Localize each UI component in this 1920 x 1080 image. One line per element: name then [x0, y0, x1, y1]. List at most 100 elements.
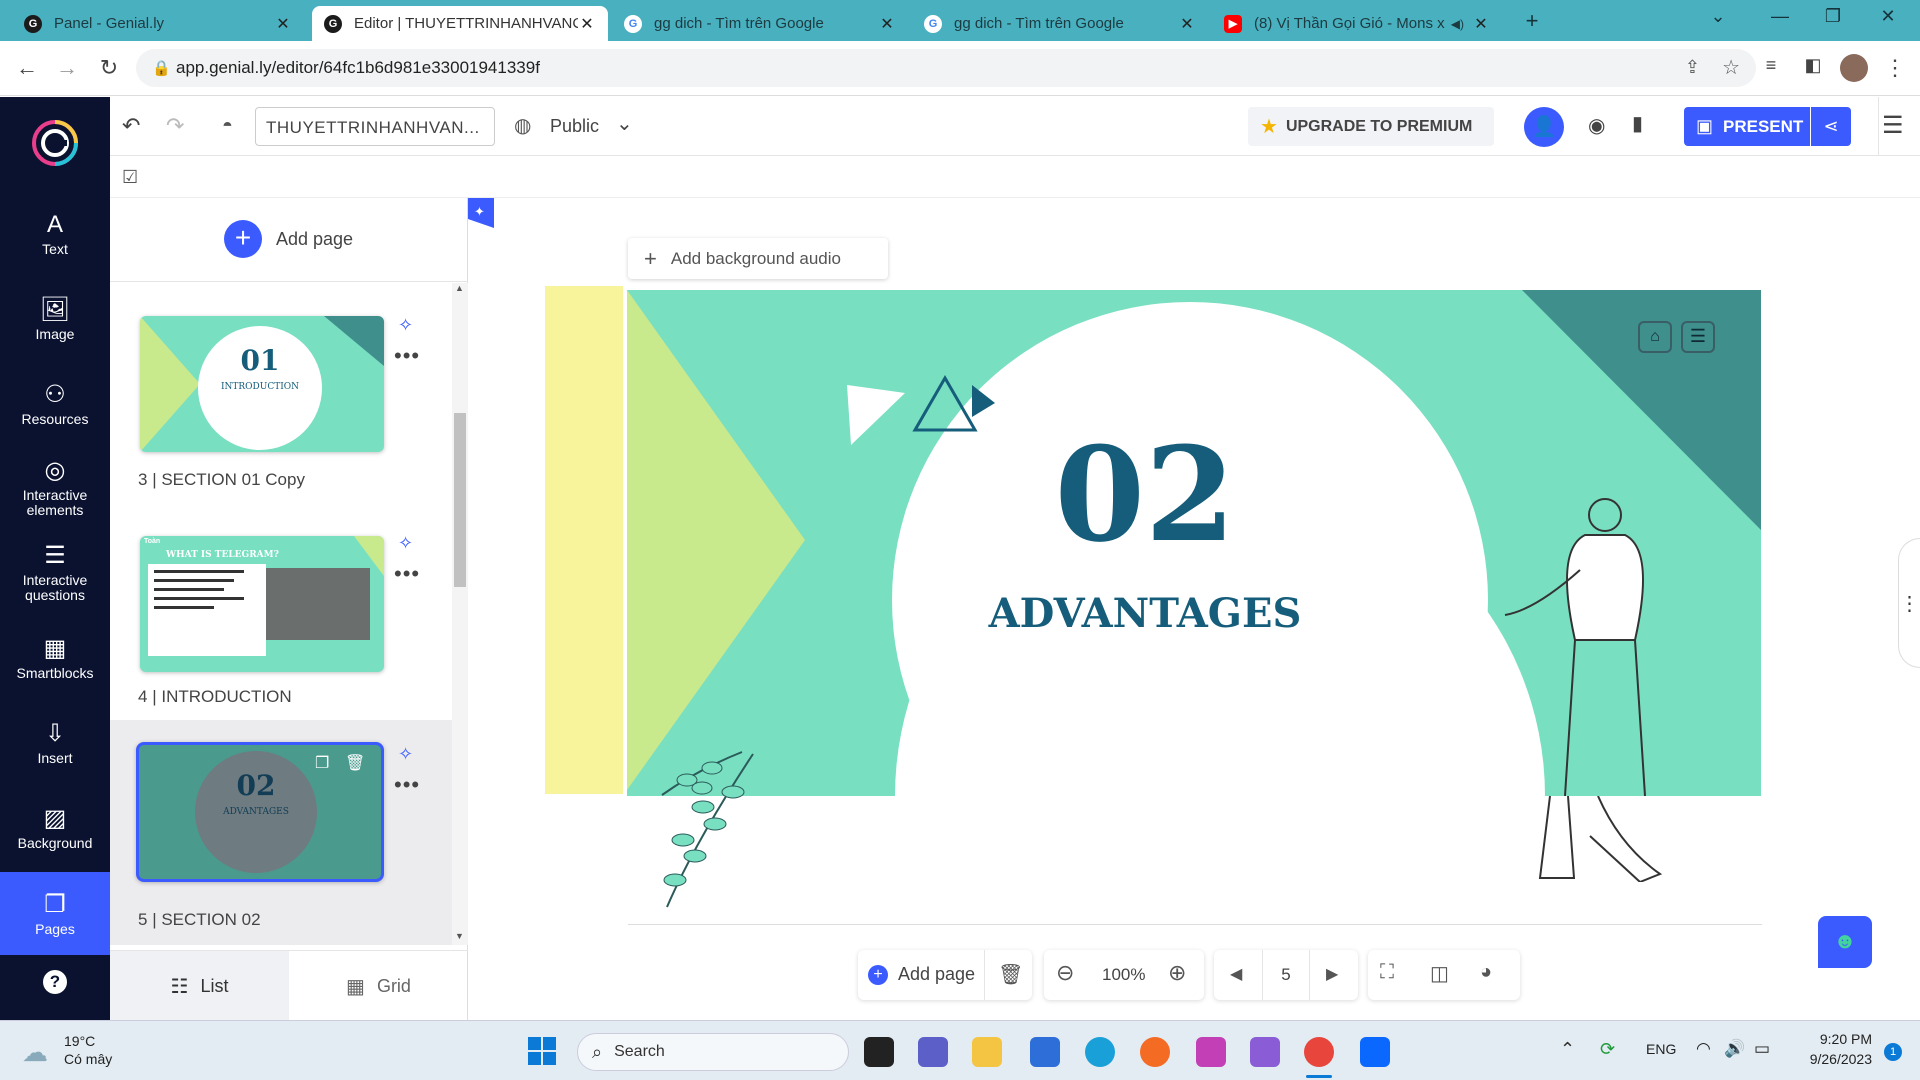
slide-canvas[interactable]: ⌂ ☰ 02 ADVANTAGES — [545, 290, 1761, 796]
language-indicator[interactable]: ENG — [1646, 1041, 1676, 1057]
checklist-icon[interactable]: ☑ — [122, 167, 138, 188]
chat-bot-icon[interactable]: ☻ — [1818, 916, 1872, 968]
side-panel-icon[interactable]: ◧ — [1798, 55, 1828, 76]
tab-editor[interactable]: G Editor | THUYETTRINHANHVANC ✕ — [312, 6, 608, 41]
magic-wand-icon[interactable]: ✧ — [398, 533, 413, 554]
home-icon[interactable]: ⌂ — [1638, 321, 1672, 353]
chrome-icon[interactable] — [1304, 1037, 1334, 1067]
tab-google-1[interactable]: G gg dich - Tìm trên Google ✕ — [612, 6, 908, 41]
windows-start-icon[interactable] — [528, 1037, 556, 1065]
add-collaborator-icon[interactable]: 👤 — [1524, 107, 1564, 147]
menu-icon[interactable]: ☰ — [1882, 111, 1904, 140]
trash-icon[interactable]: 🗑 — [345, 753, 365, 773]
browser-menu-icon[interactable]: ⋮ — [1880, 55, 1910, 81]
magic-wand-icon[interactable]: ✧ — [398, 315, 413, 336]
page-thumbnail[interactable]: 02 ADVANTAGES ❐ 🗑 — [136, 742, 384, 882]
sidebar-item-text[interactable]: A Text — [0, 193, 110, 273]
new-tab-button[interactable]: + — [1512, 8, 1552, 34]
grid-view-button[interactable]: ▦ Grid — [289, 951, 468, 1021]
volume-icon[interactable]: 🔊 — [1724, 1039, 1745, 1059]
playlist-icon[interactable]: ≡ — [1756, 55, 1786, 76]
firefox-icon[interactable] — [1140, 1037, 1170, 1067]
scroll-down-icon[interactable]: ▼ — [455, 931, 464, 941]
wifi-icon[interactable]: ◠ — [1696, 1039, 1711, 1059]
url-field[interactable]: 🔒 app.genial.ly/editor/64fc1b6d981e33001… — [136, 49, 1756, 87]
page-item[interactable]: Toàn WHAT IS TELEGRAM? ✧ ••• 4 | INTRODU… — [110, 501, 450, 706]
next-page-icon[interactable]: ▶ — [1326, 964, 1338, 984]
close-tab-icon[interactable]: ✕ — [274, 14, 292, 34]
close-tab-icon[interactable]: ✕ — [878, 14, 896, 34]
battery-icon[interactable]: ▭ — [1754, 1039, 1770, 1059]
clock-time[interactable]: 9:20 PM — [1792, 1031, 1872, 1047]
present-button[interactable]: ▣ PRESENT — [1684, 107, 1810, 146]
help-icon[interactable]: ? — [43, 970, 67, 994]
tab-search-icon[interactable]: ⌄ — [1698, 6, 1738, 27]
back-icon[interactable]: ← — [12, 55, 42, 81]
page-item-selected[interactable]: 02 ADVANTAGES ❐ 🗑 ✧ ••• 5 | SECTION 02 — [110, 720, 456, 945]
close-tab-icon[interactable]: ✕ — [1472, 14, 1490, 34]
sidebar-item-smartblocks[interactable]: ▦ Smartblocks — [0, 617, 110, 697]
fit-screen-icon[interactable]: ⛶ — [1380, 961, 1394, 984]
scrollbar[interactable]: ▲ ▼ — [452, 283, 468, 945]
side-handle-icon[interactable]: ⋮ — [1898, 538, 1920, 668]
zalo-icon[interactable] — [1360, 1037, 1390, 1067]
share-icon[interactable]: ⇪ — [1685, 57, 1700, 78]
weather-desc[interactable]: Có mây — [64, 1051, 112, 1067]
sidebar-item-resources[interactable]: ⚇ Resources — [0, 363, 110, 443]
close-tab-icon[interactable]: ✕ — [1178, 14, 1196, 34]
edge-icon[interactable] — [1085, 1037, 1115, 1067]
magic-wand-icon[interactable]: ✧ — [398, 744, 413, 765]
list-view-button[interactable]: ☷ List — [110, 951, 289, 1021]
store-icon[interactable] — [1030, 1037, 1060, 1067]
zoom-in-icon[interactable]: ⊕ — [1168, 960, 1186, 986]
sidebar-item-interactive-questions[interactable]: ☰ Interactive questions — [0, 532, 110, 612]
sidebar-item-insert[interactable]: ⇩ Insert — [0, 702, 110, 782]
share-icon[interactable]: ⋖ — [1811, 107, 1851, 146]
more-options-icon[interactable]: ••• — [394, 343, 420, 369]
scrollbar-thumb[interactable] — [454, 413, 466, 587]
previous-page-icon[interactable]: ◀ — [1230, 964, 1242, 984]
forward-icon[interactable]: → — [52, 55, 82, 81]
visual-studio-icon[interactable] — [1250, 1037, 1280, 1067]
close-window-icon[interactable]: ✕ — [1868, 6, 1908, 27]
sync-icon[interactable]: ⟳ — [1600, 1039, 1615, 1060]
page-thumbnail[interactable]: Toàn WHAT IS TELEGRAM? — [140, 536, 384, 672]
bottom-add-page-button[interactable]: + Add page — [868, 964, 975, 985]
genially-logo-icon[interactable] — [31, 119, 79, 167]
current-page[interactable]: 5 — [1264, 965, 1308, 985]
menu-icon[interactable]: ☰ — [1681, 321, 1715, 353]
close-tab-icon[interactable]: ✕ — [578, 14, 596, 34]
scroll-up-icon[interactable]: ▲ — [455, 283, 464, 293]
reload-icon[interactable]: ↻ — [94, 55, 124, 81]
add-page-button[interactable]: + Add page — [224, 220, 353, 258]
analytics-icon[interactable]: ▮ — [1632, 111, 1643, 136]
page-thumbnail[interactable]: 01 INTRODUCTION — [140, 316, 384, 452]
visibility-select[interactable]: Public — [550, 116, 599, 137]
undo-icon[interactable]: ↶ — [122, 113, 140, 139]
page-item[interactable]: 01 INTRODUCTION ✧ ••• 3 | SECTION 01 Cop… — [110, 283, 450, 489]
tab-google-2[interactable]: G gg dich - Tìm trên Google ✕ — [912, 6, 1208, 41]
sidebar-item-interactive-elements[interactable]: ◎ Interactive elements — [0, 447, 110, 527]
zoom-out-icon[interactable]: ⊖ — [1056, 960, 1074, 986]
redo-icon[interactable]: ↷ — [166, 113, 184, 139]
notification-badge[interactable]: 1 — [1884, 1043, 1902, 1061]
taskbar-search-box[interactable]: ⌕ Search — [577, 1033, 849, 1071]
preview-eye-icon[interactable]: ◉ — [1588, 113, 1605, 138]
split-view-icon[interactable]: ◫ — [1430, 961, 1449, 986]
sidebar-item-background[interactable]: ▨ Background — [0, 787, 110, 867]
upgrade-button[interactable]: ★ UPGRADE TO PREMIUM — [1248, 107, 1494, 146]
sidebar-item-image[interactable]: 🖼 Image — [0, 278, 110, 358]
project-title-input[interactable]: THUYETTRINHANHVAN... — [255, 107, 495, 146]
trash-icon[interactable]: 🗑 — [998, 962, 1023, 987]
clock-date[interactable]: 9/26/2023 — [1792, 1051, 1872, 1067]
sidebar-item-pages[interactable]: ❐ Pages — [0, 872, 110, 955]
palette-icon[interactable]: ◕ — [1480, 961, 1492, 984]
task-view-icon[interactable] — [864, 1037, 894, 1067]
slide-title[interactable]: ADVANTAGES — [845, 590, 1445, 637]
more-options-icon[interactable]: ••• — [394, 561, 420, 587]
profile-avatar[interactable] — [1840, 54, 1868, 82]
chevron-up-icon[interactable]: ⌃ — [1560, 1039, 1575, 1060]
tab-panel[interactable]: G Panel - Genial.ly ✕ — [12, 6, 304, 41]
teams-icon[interactable] — [918, 1037, 948, 1067]
pin-icon[interactable]: ✦ — [468, 198, 494, 228]
